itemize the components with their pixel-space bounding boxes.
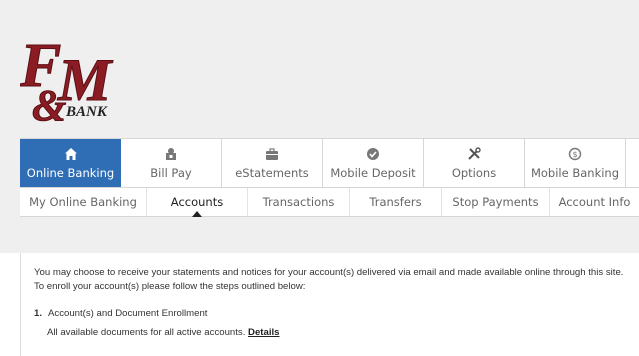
- step-description: All available documents for all active a…: [47, 327, 280, 338]
- nav-options[interactable]: Options: [424, 139, 525, 187]
- briefcase-icon: [265, 146, 279, 162]
- content-card: You may choose to receive your statement…: [20, 253, 639, 356]
- subnav-transactions[interactable]: Transactions: [248, 188, 350, 216]
- nav-estatements-label: eStatements: [235, 166, 309, 180]
- nav-mobile-banking-label: Mobile Banking: [530, 166, 620, 180]
- subnav-my-online-banking[interactable]: My Online Banking: [20, 188, 147, 216]
- nav-online-banking[interactable]: Online Banking: [20, 139, 121, 187]
- bank-logo-graphic: F M & BANK: [19, 32, 115, 131]
- subnav-my-online-banking-label: My Online Banking: [29, 195, 137, 209]
- mobile-dollar-icon: $: [568, 146, 582, 162]
- subnav-stop-payments-label: Stop Payments: [452, 195, 539, 209]
- step-description-text: All available documents for all active a…: [47, 327, 246, 338]
- nav-mobile-deposit[interactable]: Mobile Deposit: [323, 139, 424, 187]
- subnav-account-info-label: Account Info: [558, 195, 631, 209]
- svg-text:&: &: [32, 81, 66, 124]
- nav-bill-pay[interactable]: Bill Pay: [121, 139, 222, 187]
- enrollment-intro-text: You may choose to receive your statement…: [34, 267, 624, 292]
- details-link[interactable]: Details: [248, 327, 279, 338]
- subnav-transactions-label: Transactions: [262, 195, 335, 209]
- check-circle-icon: [366, 146, 380, 162]
- nav-options-label: Options: [451, 166, 497, 180]
- subnav-accounts[interactable]: Accounts: [147, 188, 248, 217]
- subnav-transfers-label: Transfers: [369, 195, 422, 209]
- bank-logo[interactable]: F M & BANK: [19, 28, 140, 131]
- home-icon: [64, 146, 78, 162]
- svg-text:$: $: [572, 150, 577, 159]
- svg-text:BANK: BANK: [65, 104, 108, 120]
- nav-online-banking-label: Online Banking: [26, 166, 115, 180]
- nav-estatements[interactable]: eStatements: [222, 139, 323, 187]
- nav-mobile-deposit-label: Mobile Deposit: [330, 166, 416, 180]
- step-number: 1.: [34, 308, 43, 319]
- nav-mobile-banking[interactable]: $ Mobile Banking: [525, 139, 626, 187]
- enrollment-step: 1. Account(s) and Document Enrollment: [34, 308, 207, 319]
- sub-nav: My Online Banking Accounts Transactions …: [20, 188, 639, 217]
- subnav-accounts-label: Accounts: [170, 195, 224, 209]
- nav-bill-pay-label: Bill Pay: [150, 166, 192, 180]
- main-nav: Online Banking Bill Pay eStatements Mobi…: [20, 138, 639, 188]
- subnav-account-info[interactable]: Account Info: [550, 188, 639, 216]
- subnav-stop-payments[interactable]: Stop Payments: [442, 188, 550, 216]
- subnav-transfers[interactable]: Transfers: [350, 188, 442, 216]
- step-title: Account(s) and Document Enrollment: [48, 308, 208, 319]
- tools-icon: [467, 146, 481, 162]
- bill-pay-icon: [164, 146, 178, 162]
